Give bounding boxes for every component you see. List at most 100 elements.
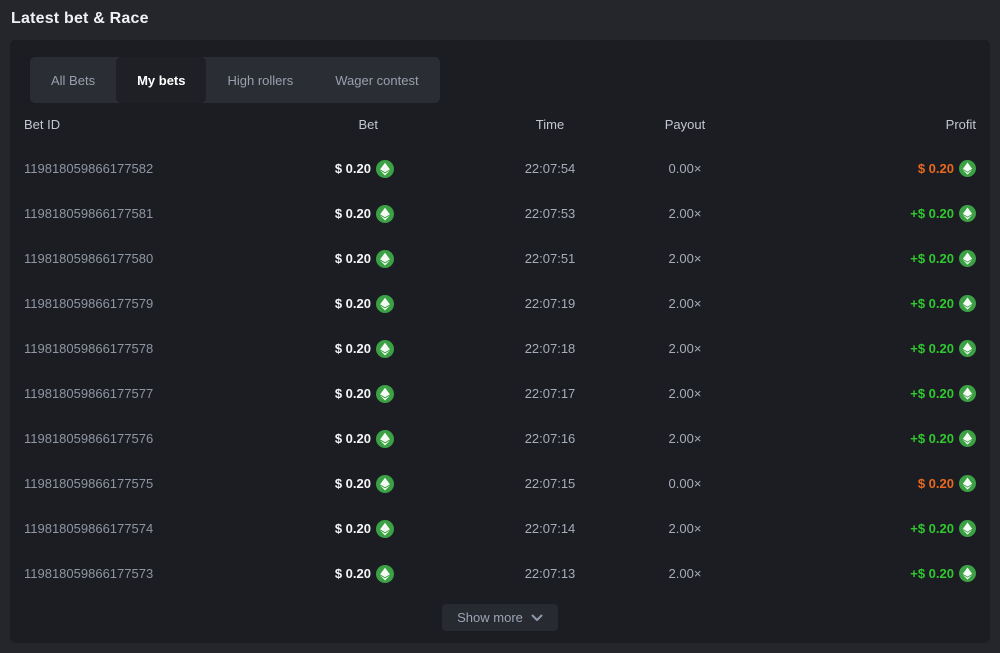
tab-all-bets[interactable]: All Bets [30, 57, 116, 103]
show-more-label: Show more [457, 610, 523, 625]
eth-coin-icon [376, 430, 394, 448]
payout-cell: 2.00× [626, 251, 744, 266]
time-cell: 22:07:18 [474, 341, 626, 356]
bet-amount-cell: $ 0.20 [274, 520, 394, 538]
table-row[interactable]: 119818059866177576 $ 0.20 22:07:16 2.00× [24, 416, 976, 461]
payout-cell: 2.00× [626, 386, 744, 401]
page-title: Latest bet & Race [11, 10, 149, 28]
bet-amount: $ 0.20 [335, 476, 371, 491]
payout-cell: 2.00× [626, 521, 744, 536]
bet-amount: $ 0.20 [335, 161, 371, 176]
bet-id-cell: 119818059866177578 [24, 341, 274, 356]
eth-coin-icon [376, 340, 394, 358]
bet-id-cell: 119818059866177573 [24, 566, 274, 581]
profit-cell: +$ 0.20 [744, 205, 976, 222]
column-header-profit: Profit [744, 117, 976, 132]
profit-cell: $ 0.20 [744, 160, 976, 177]
profit-value: +$ 0.20 [910, 341, 954, 356]
bet-amount-cell: $ 0.20 [274, 475, 394, 493]
eth-coin-icon [959, 520, 976, 537]
eth-coin-icon [959, 250, 976, 267]
table-row[interactable]: 119818059866177579 $ 0.20 22:07:19 2.00× [24, 281, 976, 326]
bet-amount: $ 0.20 [335, 521, 371, 536]
table-row[interactable]: 119818059866177573 $ 0.20 22:07:13 2.00× [24, 551, 976, 596]
bet-id-cell: 119818059866177574 [24, 521, 274, 536]
payout-cell: 2.00× [626, 341, 744, 356]
latest-bet-race-section: Latest bet & Race All Bets My bets High … [0, 0, 1000, 643]
show-more-button[interactable]: Show more [442, 604, 558, 631]
eth-coin-icon [376, 475, 394, 493]
profit-cell: +$ 0.20 [744, 340, 976, 357]
eth-coin-icon [376, 385, 394, 403]
bet-amount-cell: $ 0.20 [274, 430, 394, 448]
bet-id-cell: 119818059866177577 [24, 386, 274, 401]
profit-cell: +$ 0.20 [744, 565, 976, 582]
payout-cell: 2.00× [626, 206, 744, 221]
eth-coin-icon [959, 385, 976, 402]
table-row[interactable]: 119818059866177577 $ 0.20 22:07:17 2.00× [24, 371, 976, 416]
time-cell: 22:07:51 [474, 251, 626, 266]
tab-high-rollers[interactable]: High rollers [206, 57, 314, 103]
column-header-bet: Bet [274, 117, 394, 132]
profit-value: +$ 0.20 [910, 206, 954, 221]
bet-amount-cell: $ 0.20 [274, 385, 394, 403]
profit-cell: +$ 0.20 [744, 430, 976, 447]
bet-id-cell: 119818059866177576 [24, 431, 274, 446]
table-row[interactable]: 119818059866177582 $ 0.20 22:07:54 0.00× [24, 146, 976, 191]
table-row[interactable]: 119818059866177580 $ 0.20 22:07:51 2.00× [24, 236, 976, 281]
bet-id-cell: 119818059866177575 [24, 476, 274, 491]
table-row[interactable]: 119818059866177581 $ 0.20 22:07:53 2.00× [24, 191, 976, 236]
time-cell: 22:07:14 [474, 521, 626, 536]
table-body: 119818059866177582 $ 0.20 22:07:54 0.00× [24, 146, 976, 596]
profit-cell: +$ 0.20 [744, 385, 976, 402]
time-cell: 22:07:54 [474, 161, 626, 176]
eth-coin-icon [376, 205, 394, 223]
tab-wager-contest[interactable]: Wager contest [314, 57, 439, 103]
table-row[interactable]: 119818059866177578 $ 0.20 22:07:18 2.00× [24, 326, 976, 371]
tabs-container: All Bets My bets High rollers Wager cont… [30, 57, 440, 103]
eth-coin-icon [959, 475, 976, 492]
bet-amount-cell: $ 0.20 [274, 295, 394, 313]
payout-cell: 0.00× [626, 476, 744, 491]
profit-cell: +$ 0.20 [744, 295, 976, 312]
bet-amount: $ 0.20 [335, 296, 371, 311]
time-cell: 22:07:17 [474, 386, 626, 401]
payout-cell: 0.00× [626, 161, 744, 176]
payout-cell: 2.00× [626, 431, 744, 446]
bet-amount: $ 0.20 [335, 431, 371, 446]
time-cell: 22:07:19 [474, 296, 626, 311]
payout-cell: 2.00× [626, 566, 744, 581]
table-row[interactable]: 119818059866177574 $ 0.20 22:07:14 2.00× [24, 506, 976, 551]
profit-cell: $ 0.20 [744, 475, 976, 492]
profit-value: +$ 0.20 [910, 566, 954, 581]
column-header-payout: Payout [626, 117, 744, 132]
bet-amount-cell: $ 0.20 [274, 250, 394, 268]
bet-id-cell: 119818059866177582 [24, 161, 274, 176]
profit-cell: +$ 0.20 [744, 250, 976, 267]
eth-coin-icon [959, 565, 976, 582]
bet-amount-cell: $ 0.20 [274, 565, 394, 583]
bet-amount: $ 0.20 [335, 386, 371, 401]
time-cell: 22:07:16 [474, 431, 626, 446]
tab-my-bets[interactable]: My bets [116, 57, 206, 103]
time-cell: 22:07:13 [474, 566, 626, 581]
table-row[interactable]: 119818059866177575 $ 0.20 22:07:15 0.00× [24, 461, 976, 506]
eth-coin-icon [376, 295, 394, 313]
section-title-bar: Latest bet & Race [0, 0, 1000, 37]
profit-cell: +$ 0.20 [744, 520, 976, 537]
bet-amount-cell: $ 0.20 [274, 205, 394, 223]
bet-id-cell: 119818059866177581 [24, 206, 274, 221]
profit-value: +$ 0.20 [910, 296, 954, 311]
column-header-time: Time [474, 117, 626, 132]
profit-value: $ 0.20 [918, 161, 954, 176]
eth-coin-icon [376, 250, 394, 268]
profit-value: +$ 0.20 [910, 431, 954, 446]
time-cell: 22:07:53 [474, 206, 626, 221]
bet-amount: $ 0.20 [335, 341, 371, 356]
profit-value: +$ 0.20 [910, 251, 954, 266]
bet-amount: $ 0.20 [335, 566, 371, 581]
time-cell: 22:07:15 [474, 476, 626, 491]
payout-cell: 2.00× [626, 296, 744, 311]
eth-coin-icon [959, 295, 976, 312]
bet-id-cell: 119818059866177579 [24, 296, 274, 311]
